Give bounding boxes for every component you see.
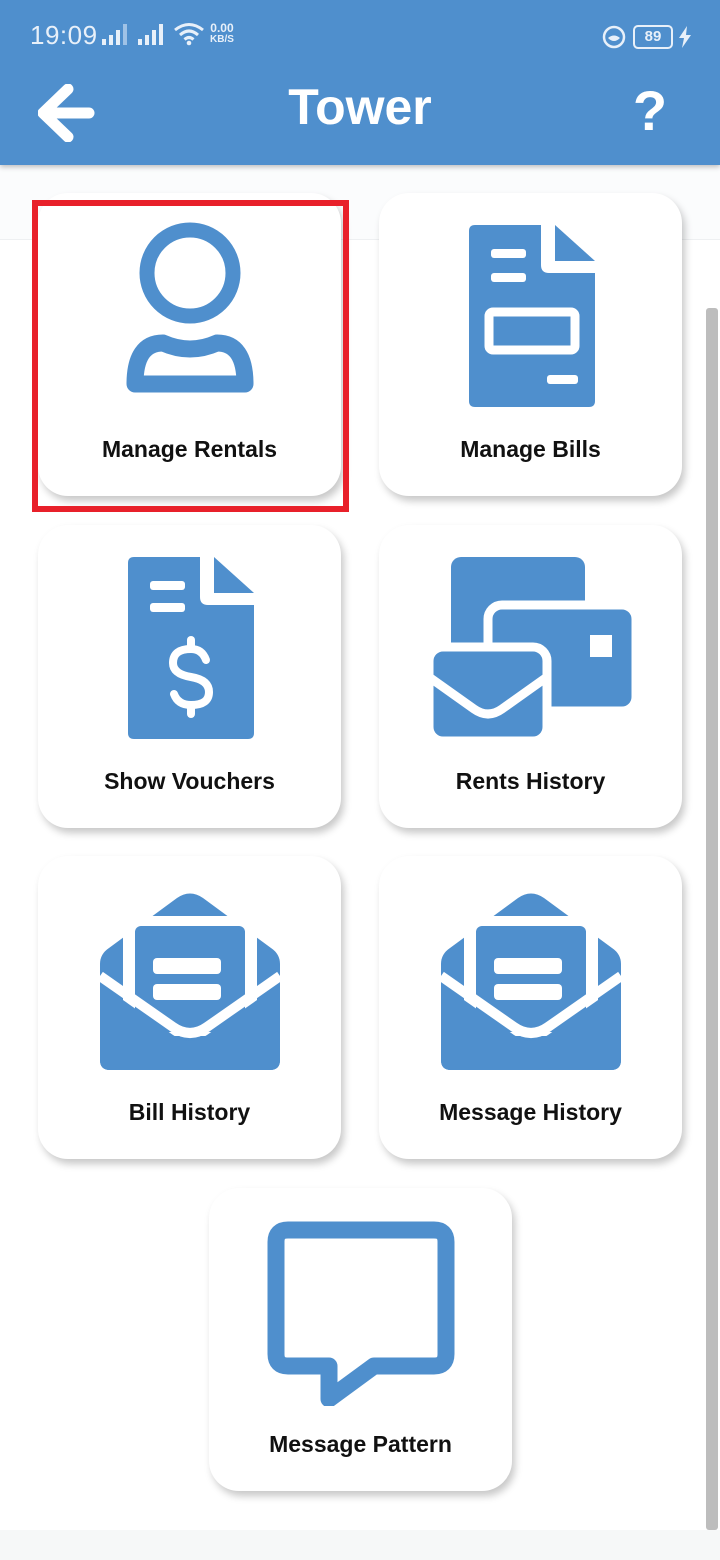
open-envelope-icon: [437, 893, 624, 1070]
signal-icon-2: [138, 24, 163, 45]
manage-rentals-label: Manage Rentals: [101, 436, 278, 462]
message-history-card[interactable]: Message History: [379, 856, 682, 1159]
page-title: Tower: [288, 79, 432, 135]
mail-card-icon: [425, 557, 636, 743]
help-button[interactable]: ?: [626, 80, 674, 142]
message-pattern-label: Message Pattern: [269, 1431, 452, 1457]
open-envelope-icon: [96, 893, 283, 1070]
charging-icon: [679, 26, 691, 48]
document-icon: [468, 225, 595, 407]
show-vouchers-label: Show Vouchers: [104, 768, 275, 794]
manage-bills-card[interactable]: Manage Bills: [379, 193, 682, 496]
show-vouchers-card[interactable]: Show Vouchers: [38, 525, 341, 828]
battery-indicator: 89: [633, 25, 673, 49]
net-speed: 0.00 KB/S: [210, 22, 234, 46]
user-icon: [126, 222, 253, 393]
bill-history-card[interactable]: Bill History: [38, 856, 341, 1159]
signal-icon: [102, 24, 127, 45]
bill-history-label: Bill History: [128, 1099, 251, 1125]
manage-bills-label: Manage Bills: [460, 436, 601, 462]
rents-history-label: Rents History: [455, 768, 606, 794]
bottom-bar: [0, 1530, 720, 1560]
message-history-label: Message History: [439, 1099, 622, 1125]
app-bar: 19:09 0.00 KB/S 89 Tower ?: [0, 0, 720, 165]
chat-bubble-icon: [267, 1221, 454, 1406]
manage-rentals-card[interactable]: Manage Rentals: [38, 193, 341, 496]
wifi-icon: [174, 23, 204, 46]
net-speed-value: 0.00: [210, 21, 234, 35]
voucher-icon: [127, 557, 254, 739]
message-pattern-card[interactable]: Message Pattern: [209, 1188, 512, 1491]
notification-icon: [602, 25, 626, 49]
scrollbar[interactable]: [706, 308, 718, 1530]
status-time: 19:09: [30, 20, 98, 50]
rents-history-card[interactable]: Rents History: [379, 525, 682, 828]
net-speed-unit: KB/S: [210, 34, 234, 45]
